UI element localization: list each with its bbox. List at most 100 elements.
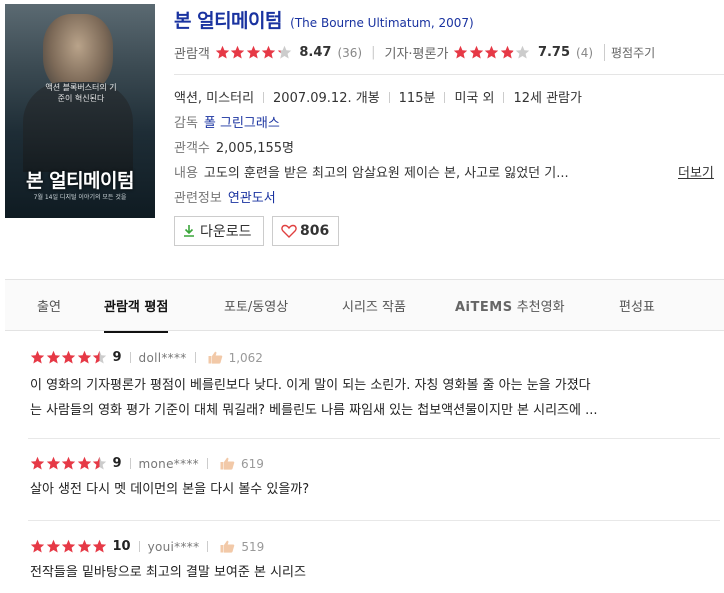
divider <box>503 92 505 103</box>
download-button[interactable]: 다운로드 <box>174 216 264 246</box>
genre: 액션, 미스터리 <box>174 91 255 106</box>
poster-tagline: 액션 블록버스터의 기준이 혁신된다 <box>45 83 117 103</box>
movie-title-korean[interactable]: 본 얼티메이텀 <box>174 10 283 32</box>
star-icon <box>46 350 61 365</box>
review-stars <box>30 539 108 554</box>
review-score: 10 <box>112 539 131 554</box>
tab-audience-reviews[interactable]: 관람객 평점 <box>104 296 169 333</box>
divider <box>28 438 720 439</box>
star-icon <box>30 539 45 554</box>
review-likes: 1,062 <box>228 350 263 365</box>
audience-rating-stars <box>215 45 293 60</box>
audience-rating-count: (36) <box>337 45 363 60</box>
critic-rating-count: (4) <box>576 45 594 60</box>
movie-title: 본 얼티메이텀 (The Bourne Ultimatum, 2007) <box>174 6 474 33</box>
divider <box>138 541 140 552</box>
review-likes: 619 <box>240 456 264 471</box>
release-date: 2007.09.12. 개봉 <box>273 91 380 106</box>
movie-meta: 액션, 미스터리 2007.09.12. 개봉 115분 미국 외 12세 관람가 <box>174 87 582 106</box>
tab-bar: 출연 관람객 평점 포토/동영상 시리즈 작품 AiTEMS 추천영화 편성표 <box>5 279 724 333</box>
star-icon <box>246 45 261 60</box>
review-item: 9 mone**** 619 살아 생전 다시 멧 데이먼의 본을 다시 볼수 … <box>30 456 720 502</box>
rate-button[interactable]: 평점주기 <box>604 44 655 61</box>
critic-rating-stars <box>453 45 531 60</box>
star-icon <box>61 456 76 471</box>
review-text-line1: 살아 생전 다시 멧 데이먼의 본을 다시 볼수 있을까? <box>30 482 310 497</box>
star-icon <box>500 45 515 60</box>
star-icon <box>469 45 484 60</box>
star-icon <box>515 45 530 60</box>
tab-schedule[interactable]: 편성표 <box>619 296 655 315</box>
audience-rating-label: 관람객 <box>174 47 210 62</box>
critic-rating-score: 7.75 <box>537 45 571 60</box>
divider <box>194 352 196 363</box>
star-icon <box>484 45 499 60</box>
review-score: 9 <box>112 350 122 365</box>
thumbs-up-icon[interactable] <box>208 351 223 364</box>
star-icon <box>77 350 92 365</box>
related-label: 관련정보 <box>174 191 222 206</box>
star-icon <box>230 45 245 60</box>
divider <box>263 92 265 103</box>
summary-row: 내용 고도의 훈련을 받은 최고의 암살요원 제이슨 본, 사고로 잃었던 기..… <box>174 162 569 181</box>
star-icon <box>77 539 92 554</box>
heart-icon <box>281 224 297 238</box>
star-icon <box>61 350 76 365</box>
like-count: 806 <box>300 223 330 239</box>
divider <box>129 352 131 363</box>
director-link[interactable]: 폴 그린그래스 <box>204 116 280 131</box>
divider <box>207 541 209 552</box>
star-icon <box>92 456 107 471</box>
star-icon <box>453 45 468 60</box>
review-user: youi**** <box>147 539 200 554</box>
star-icon <box>92 350 107 365</box>
poster-title: 본 얼티메이텀 <box>26 170 135 192</box>
audience-rating-score: 8.47 <box>299 45 332 60</box>
thumbs-up-icon[interactable] <box>220 457 235 470</box>
download-label: 다운로드 <box>200 224 252 240</box>
star-icon <box>61 539 76 554</box>
tab-recommended-label: 추천영화 <box>516 300 565 315</box>
star-icon <box>277 45 292 60</box>
audience-row: 관객수 2,005,155명 <box>174 137 294 156</box>
runtime: 115분 <box>398 91 436 106</box>
review-likes: 519 <box>241 539 265 554</box>
movie-poster[interactable]: 액션 블록버스터의 기준이 혁신된다 본 얼티메이텀 7월 14일 디지털 이야… <box>5 4 155 218</box>
related-row: 관련정보 연관도서 <box>174 187 276 206</box>
summary-more-link[interactable]: 더보기 <box>678 162 714 181</box>
review-user: doll**** <box>138 350 187 365</box>
age-rating: 12세 관람가 <box>513 91 582 106</box>
poster-date: 7월 14일 디지털 이야기의 모든 것을 <box>33 194 127 201</box>
star-icon <box>215 45 230 60</box>
star-icon <box>92 539 107 554</box>
movie-title-english: (The Bourne Ultimatum, 2007) <box>290 16 474 30</box>
summary-label: 내용 <box>174 166 198 181</box>
critic-rating-label: 기자·평론가 <box>384 47 449 62</box>
star-icon <box>30 350 45 365</box>
rating-summary: 관람객 8.47 (36) | 기자·평론가 7.75 (4) 평점주기 <box>174 43 655 62</box>
audience-count: 2,005,155명 <box>215 141 295 156</box>
summary-text: 고도의 훈련을 받은 최고의 암살요원 제이슨 본, 사고로 잃었던 기... <box>203 166 569 181</box>
aitems-logo: AiTEMS <box>455 300 513 315</box>
divider <box>388 92 390 103</box>
tab-series[interactable]: 시리즈 작품 <box>342 296 406 315</box>
review-stars <box>30 350 108 365</box>
divider <box>444 92 446 103</box>
review-text-line1: 전작들을 밑바탕으로 최고의 결말 보여준 본 시리즈 <box>30 565 306 580</box>
like-button[interactable]: 806 <box>272 216 339 246</box>
tab-recommended[interactable]: AiTEMS 추천영화 <box>455 296 565 315</box>
review-stars <box>30 456 108 471</box>
tab-cast[interactable]: 출연 <box>37 296 61 315</box>
review-text-line2: 는 사람들의 영화 평가 기준이 대체 뭐길래? 베를린도 나름 짜임새 있는 … <box>30 403 598 418</box>
star-icon <box>46 456 61 471</box>
star-icon <box>46 539 61 554</box>
divider <box>129 458 131 469</box>
star-icon <box>30 456 45 471</box>
review-text-line1: 이 영화의 기자평론가 평점이 베를린보다 낮다. 이게 말이 되는 소린가. … <box>30 378 591 393</box>
tab-photo-video[interactable]: 포토/동영상 <box>224 296 288 315</box>
audience-label: 관객수 <box>174 141 210 156</box>
review-item: 10 youi**** 519 전작들을 밑바탕으로 최고의 결말 보여준 본 … <box>30 539 720 585</box>
related-books-link[interactable]: 연관도서 <box>228 191 276 206</box>
director-label: 감독 <box>174 116 198 131</box>
thumbs-up-icon[interactable] <box>220 540 235 553</box>
